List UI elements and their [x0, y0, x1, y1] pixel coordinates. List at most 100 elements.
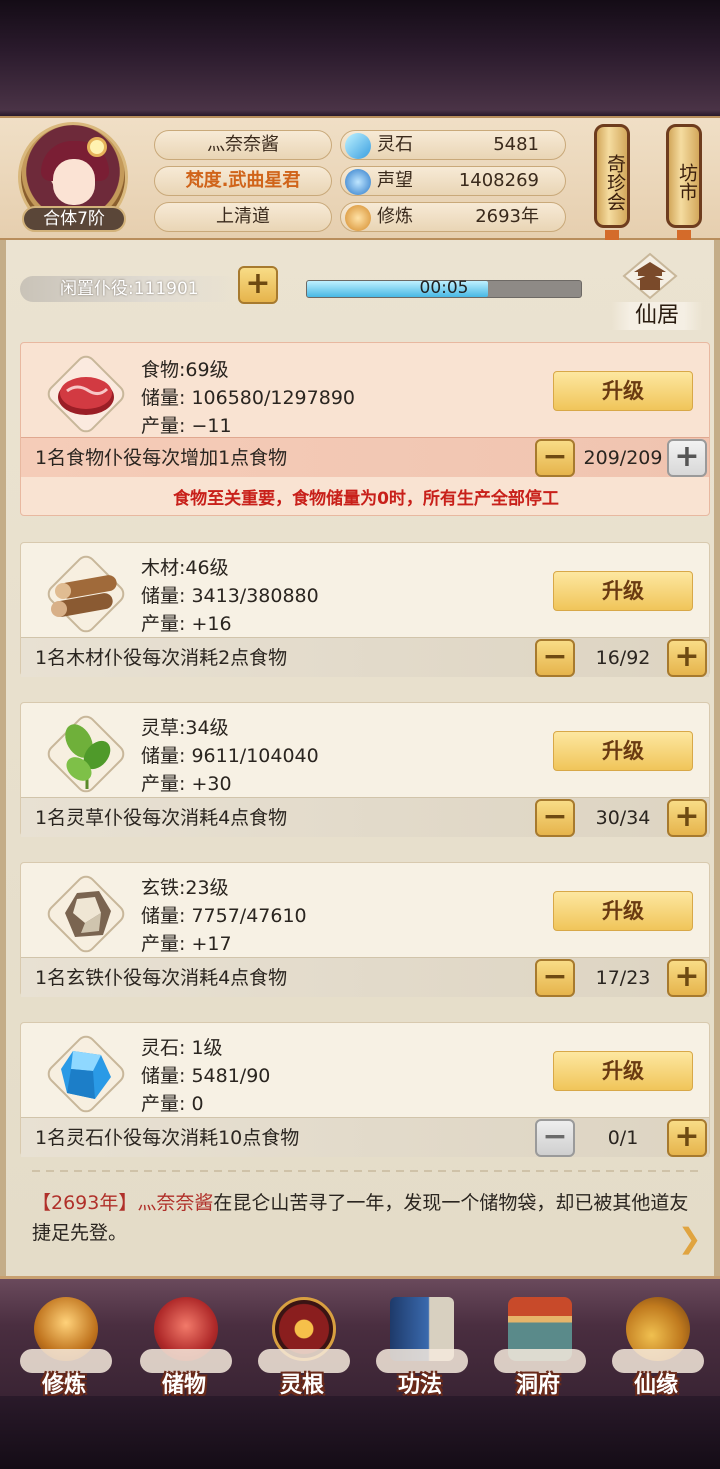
- meat-icon: [58, 377, 114, 415]
- player-name: 灬奈奈酱: [154, 130, 332, 160]
- nav-storage[interactable]: 储物: [134, 1289, 234, 1398]
- player-sect: 上清道: [154, 202, 332, 232]
- resource-card-food: 食物:69级 储量: 106580/1297890 产量: −11 升级 1名食…: [20, 342, 710, 516]
- increase-servants-button[interactable]: +: [667, 639, 707, 677]
- food-icon: [43, 351, 129, 437]
- decrease-servants-button[interactable]: −: [535, 1119, 575, 1157]
- servant-count: 30/34: [595, 807, 651, 829]
- resource-output: 产量: +17: [141, 933, 232, 955]
- resource-name: 食物:69级: [141, 359, 229, 381]
- resource-card-dark-iron: 玄铁:23级 储量: 7757/47610 产量: +17 升级 1名玄铁仆役每…: [20, 862, 710, 997]
- increase-servants-button[interactable]: +: [667, 439, 707, 477]
- nav-cultivate[interactable]: 修炼: [14, 1289, 114, 1398]
- nav-fortune[interactable]: 仙缘: [606, 1289, 706, 1398]
- servant-rule-bar: 1名灵草仆役每次消耗4点食物 − 30/34 +: [21, 797, 709, 837]
- logs-icon: [51, 575, 117, 617]
- increase-servants-button[interactable]: +: [667, 799, 707, 837]
- idle-servants-label: 闲置仆役:111901: [20, 276, 238, 302]
- servant-count: 16/92: [595, 647, 651, 669]
- spirit-stone-icon: [345, 133, 371, 159]
- resource-storage: 储量: 106580/1297890: [141, 387, 355, 409]
- resource-name: 灵石: 1级: [141, 1037, 223, 1059]
- resource-storage: 储量: 5481/90: [141, 1065, 271, 1087]
- decrease-servants-button[interactable]: −: [535, 639, 575, 677]
- servant-rule-bar: 1名玄铁仆役每次消耗4点食物 − 17/23 +: [21, 957, 709, 997]
- resource-name: 灵草:34级: [141, 717, 229, 739]
- realm-badge: 合体7阶: [22, 206, 126, 232]
- stat-value: 5481: [493, 134, 539, 155]
- nav-label: 功法: [397, 1373, 442, 1398]
- servant-rule: 1名灵草仆役每次消耗4点食物: [35, 807, 288, 829]
- resource-card-spirit-grass: 灵草:34级 储量: 9611/104040 产量: +30 升级 1名灵草仆役…: [20, 702, 710, 837]
- nav-techniques[interactable]: 功法: [370, 1289, 470, 1398]
- resource-storage: 储量: 3413/380880: [141, 585, 319, 607]
- stat-label: 声望: [377, 170, 413, 191]
- header: 合体7阶 灬奈奈酱 梵度.武曲星君 上清道 灵石 5481 声望 1408269…: [0, 116, 720, 254]
- add-servant-button[interactable]: +: [238, 266, 278, 304]
- servant-rule: 1名玄铁仆役每次消耗4点食物: [35, 967, 288, 989]
- resource-name: 木材:46级: [141, 557, 229, 579]
- log-player-name: 灬奈奈酱: [137, 1192, 214, 1214]
- wood-icon: [43, 551, 129, 637]
- footer-bar: [0, 1396, 720, 1469]
- flower-icon: [87, 137, 107, 157]
- spirit-stone-icon: [43, 1031, 129, 1117]
- nav-label: 储物: [161, 1373, 206, 1398]
- main-panel: 闲置仆役:111901 + 00:05 仙居 食物:69级 储量: 106580…: [0, 240, 720, 1276]
- stat-value: 1408269: [458, 170, 539, 191]
- increase-servants-button[interactable]: +: [667, 959, 707, 997]
- stat-label: 修炼: [377, 206, 413, 227]
- bottom-nav: 修炼 储物 灵根 功法 洞府 仙缘: [0, 1276, 720, 1398]
- decrease-servants-button[interactable]: −: [535, 959, 575, 997]
- resource-card-wood: 木材:46级 储量: 3413/380880 产量: +16 升级 1名木材仆役…: [20, 542, 710, 677]
- upgrade-button[interactable]: 升级: [553, 371, 693, 411]
- decrease-servants-button[interactable]: −: [535, 799, 575, 837]
- nav-label: 灵根: [279, 1373, 324, 1398]
- servant-rule: 1名食物仆役每次增加1点食物: [35, 447, 288, 469]
- upgrade-button[interactable]: 升级: [553, 571, 693, 611]
- upgrade-button[interactable]: 升级: [553, 891, 693, 931]
- food-warning: 食物至关重要，食物储量为0时，所有生产全部停工: [173, 489, 559, 509]
- dark-iron-icon: [43, 871, 129, 957]
- pavilion-icon: [622, 252, 678, 300]
- treasure-auction-button[interactable]: 奇珍会: [594, 124, 630, 228]
- production-timer: 00:05: [306, 278, 582, 298]
- stat-label: 灵石: [377, 134, 413, 155]
- nav-cave-residence[interactable]: 洞府: [488, 1289, 588, 1398]
- divider: [32, 1170, 700, 1172]
- nav-spirit-root[interactable]: 灵根: [252, 1289, 352, 1398]
- resource-output: 产量: 0: [141, 1093, 204, 1115]
- resource-storage: 储量: 9611/104040: [141, 745, 319, 767]
- servant-rule: 1名灵石仆役每次消耗10点食物: [35, 1127, 300, 1149]
- nav-label: 仙缘: [633, 1373, 678, 1398]
- resource-output: 产量: −11: [141, 415, 232, 437]
- stat-cultivation: 修炼 2693年: [340, 202, 566, 232]
- resource-card-spirit-stone: 灵石: 1级 储量: 5481/90 产量: 0 升级 1名灵石仆役每次消耗10…: [20, 1022, 710, 1157]
- ore-icon: [65, 891, 111, 937]
- upgrade-button[interactable]: 升级: [553, 1051, 693, 1091]
- residence-label: 仙居: [612, 302, 702, 330]
- market-button[interactable]: 坊市: [666, 124, 702, 228]
- stat-spirit-stone: 灵石 5481: [340, 130, 566, 160]
- player-title[interactable]: 梵度.武曲星君: [154, 166, 332, 196]
- stat-reputation: 声望 1408269: [340, 166, 566, 196]
- chevron-right-icon[interactable]: ❯: [678, 1224, 708, 1254]
- herb-icon: [65, 724, 111, 789]
- upgrade-button[interactable]: 升级: [553, 731, 693, 771]
- stat-value: 2693年: [475, 206, 539, 227]
- servant-count: 0/1: [607, 1127, 639, 1149]
- residence-button[interactable]: 仙居: [612, 244, 702, 334]
- increase-servants-button[interactable]: +: [667, 1119, 707, 1157]
- decrease-servants-button[interactable]: −: [535, 439, 575, 477]
- log-year: 【2693年】: [32, 1192, 138, 1214]
- nav-label: 洞府: [515, 1373, 560, 1398]
- app-root: { "profile": { "name": "灬奈奈酱", "title": …: [0, 0, 720, 1469]
- reputation-icon: [345, 169, 371, 195]
- spirit-grass-icon: [43, 711, 129, 797]
- event-log: 【2693年】灬奈奈酱在昆仑山苦寻了一年，发现一个储物袋，却已被其他道友捷足先登…: [32, 1188, 700, 1248]
- crystal-icon: [61, 1051, 111, 1099]
- nav-label: 修炼: [41, 1373, 86, 1398]
- servant-rule-bar: 1名食物仆役每次增加1点食物 − 209/209 +: [21, 437, 709, 477]
- servant-count: 209/209: [583, 447, 663, 469]
- servant-count: 17/23: [595, 967, 651, 989]
